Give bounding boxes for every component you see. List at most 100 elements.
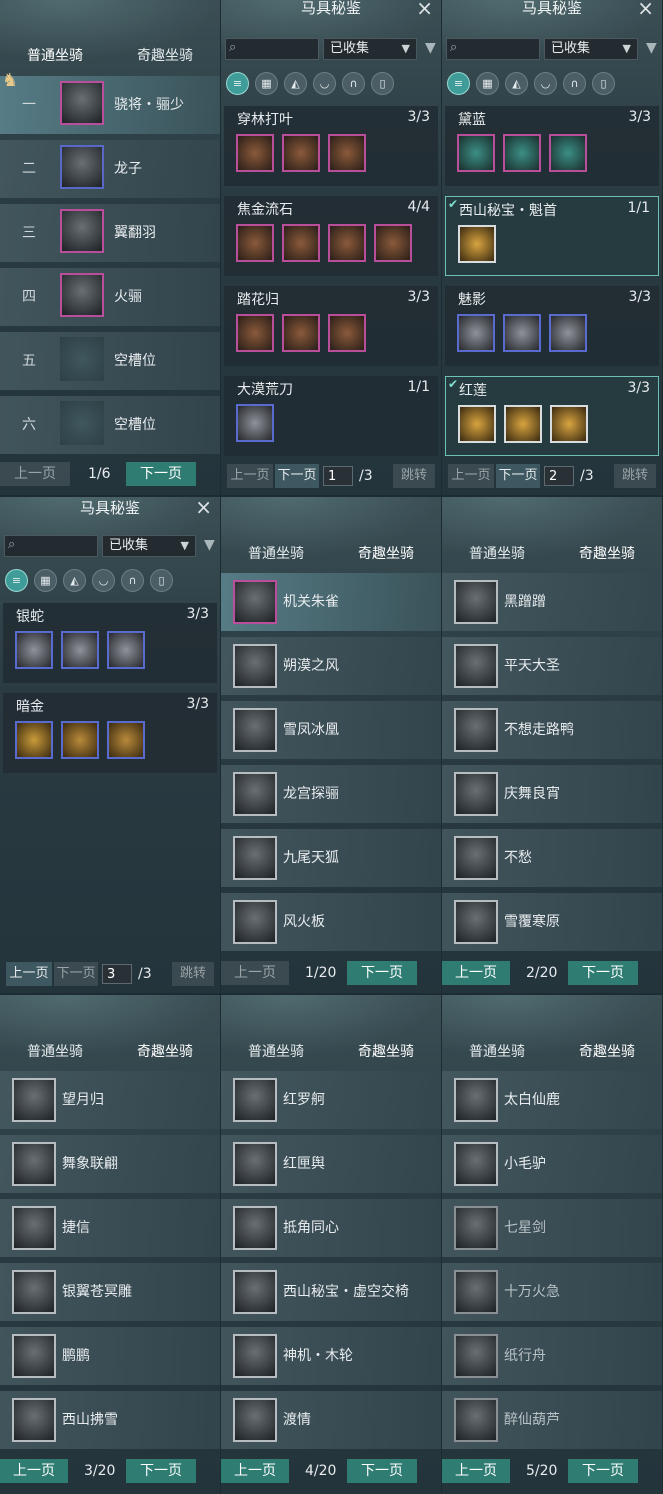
close-icon[interactable]: × [637, 0, 654, 18]
mount-row[interactable]: 渡情 [221, 1391, 441, 1449]
prev-page-button[interactable]: 上一页 [6, 962, 52, 986]
funnel-icon[interactable]: ▼ [204, 537, 215, 553]
tab-fun-mounts[interactable]: 奇趣坐骑 [552, 542, 662, 566]
leg-guard-icon[interactable] [107, 721, 145, 759]
mount-row[interactable]: 小毛驴 [442, 1135, 662, 1193]
search-input[interactable]: ⌕ [4, 535, 98, 557]
mount-row[interactable]: 九尾天狐 [221, 829, 441, 887]
all-icon[interactable]: ≡ [5, 569, 28, 592]
mount-row[interactable]: 舞象联翩 [0, 1135, 220, 1193]
gear-set[interactable]: 黛蓝 3/3 [445, 106, 659, 186]
headgear-icon[interactable] [458, 405, 496, 443]
page-number-input[interactable]: 2 [544, 466, 574, 486]
leg-guard-icon[interactable] [328, 134, 366, 172]
leg-guard-icon[interactable]: ▯ [371, 72, 394, 95]
bridle-icon[interactable] [236, 314, 274, 352]
mount-row[interactable]: 平天大圣 [442, 637, 662, 695]
tab-fun-mounts[interactable]: 奇趣坐骑 [110, 44, 220, 68]
mount-row[interactable]: 抵角同心 [221, 1199, 441, 1257]
all-icon[interactable]: ≡ [226, 72, 249, 95]
leg-guard-icon[interactable] [549, 134, 587, 172]
prev-page-button[interactable]: 上一页 [442, 961, 510, 985]
jump-button[interactable]: 跳转 [614, 464, 656, 488]
mount-row[interactable]: 不愁 [442, 829, 662, 887]
leg-guard-icon[interactable] [328, 224, 366, 262]
mount-row[interactable]: 机关朱雀 [221, 573, 441, 631]
search-input[interactable]: ⌕ [446, 38, 540, 60]
mount-row[interactable]: 鹏鹏 [0, 1327, 220, 1385]
next-page-button[interactable]: 下一页 [496, 464, 540, 488]
next-page-button[interactable]: 下一页 [568, 1459, 638, 1483]
mount-row[interactable]: 不想走路鸭 [442, 701, 662, 759]
tab-fun-mounts[interactable]: 奇趣坐骑 [110, 1040, 220, 1064]
saddle-icon[interactable] [61, 721, 99, 759]
headgear-icon[interactable] [15, 721, 53, 759]
mount-slot[interactable]: ♞ 一 骁将・骊少 [0, 70, 220, 134]
mount-row[interactable]: 朔漠之风 [221, 637, 441, 695]
page-number-input[interactable]: 1 [323, 466, 353, 486]
gear-set[interactable]: 焦金流石 4/4 [224, 196, 438, 276]
tab-fun-mounts[interactable]: 奇趣坐骑 [331, 542, 441, 566]
mount-row[interactable]: 神机・木轮 [221, 1327, 441, 1385]
horseshoe-icon[interactable]: ∩ [342, 72, 365, 95]
grid-icon[interactable]: ▦ [34, 569, 57, 592]
gear-set[interactable]: ✔ 红莲 3/3 [445, 376, 659, 456]
armor-icon[interactable]: ◡ [313, 72, 336, 95]
next-page-button[interactable]: 下一页 [126, 1459, 196, 1483]
saddle-icon[interactable]: ◭ [63, 569, 86, 592]
armor-icon[interactable]: ◡ [534, 72, 557, 95]
mount-row[interactable]: 龙宫探骊 [221, 765, 441, 823]
gear-set[interactable]: 魅影 3/3 [445, 286, 659, 366]
mount-row[interactable]: 庆舞良宵 [442, 765, 662, 823]
mount-row[interactable]: 红匣舆 [221, 1135, 441, 1193]
jump-button[interactable]: 跳转 [172, 962, 214, 986]
leg-guard-icon[interactable] [550, 405, 588, 443]
tab-normal-mounts[interactable]: 普通坐骑 [221, 542, 331, 566]
mount-row[interactable]: 雪凤冰凰 [221, 701, 441, 759]
mount-slot[interactable]: 五 空槽位 [0, 332, 220, 390]
grid-icon[interactable]: ▦ [476, 72, 499, 95]
prev-page-button[interactable]: 上一页 [0, 462, 70, 486]
prev-page-button[interactable]: 上一页 [448, 464, 494, 488]
tab-normal-mounts[interactable]: 普通坐骑 [442, 542, 552, 566]
saddle-icon[interactable] [504, 405, 542, 443]
mount-row[interactable]: 太白仙鹿 [442, 1071, 662, 1129]
page-number-input[interactable]: 3 [102, 964, 132, 984]
tab-normal-mounts[interactable]: 普通坐骑 [0, 1040, 110, 1064]
gear-set[interactable]: 暗金 3/3 [3, 693, 217, 773]
mount-slot[interactable]: 三 翼翻羽 [0, 204, 220, 262]
tab-normal-mounts[interactable]: 普通坐骑 [0, 44, 110, 68]
gear-set[interactable]: 踏花归 3/3 [224, 286, 438, 366]
wing-icon[interactable] [374, 224, 412, 262]
mount-row[interactable]: 纸行舟 [442, 1327, 662, 1385]
armor-icon[interactable]: ◡ [92, 569, 115, 592]
gear-set[interactable]: 穿林打叶 3/3 [224, 106, 438, 186]
headgear-icon[interactable] [15, 631, 53, 669]
mount-slot[interactable]: 六 空槽位 [0, 396, 220, 454]
next-page-button[interactable]: 下一页 [126, 462, 196, 486]
leg-guard-icon[interactable] [549, 314, 587, 352]
close-icon[interactable]: × [195, 497, 212, 517]
saddle-icon[interactable]: ◭ [505, 72, 528, 95]
mount-row[interactable]: 捷信 [0, 1199, 220, 1257]
mount-row[interactable]: 望月归 [0, 1071, 220, 1129]
next-page-button[interactable]: 下一页 [347, 1459, 417, 1483]
gear-set[interactable]: 大漠荒刀 1/1 [224, 376, 438, 456]
mount-row[interactable]: 黑蹭蹭 [442, 573, 662, 631]
armor-icon[interactable] [503, 314, 541, 352]
saddle-icon[interactable] [282, 134, 320, 172]
leg-guard-icon[interactable] [328, 314, 366, 352]
mount-slot[interactable]: 二 龙子 [0, 140, 220, 198]
horseshoe-icon[interactable]: ∩ [563, 72, 586, 95]
leg-guard-icon[interactable] [107, 631, 145, 669]
prev-page-button[interactable]: 上一页 [442, 1459, 510, 1483]
next-page-button[interactable]: 下一页 [347, 961, 417, 985]
tab-normal-mounts[interactable]: 普通坐骑 [221, 1040, 331, 1064]
collected-filter-select[interactable]: 已收集 ▼ [102, 535, 196, 557]
mount-row[interactable]: 红罗舸 [221, 1071, 441, 1129]
mount-row[interactable]: 七星剑 [442, 1199, 662, 1257]
saddle-icon[interactable] [503, 134, 541, 172]
headgear-icon[interactable] [457, 134, 495, 172]
saddle-icon[interactable] [282, 224, 320, 262]
all-icon[interactable]: ≡ [447, 72, 470, 95]
